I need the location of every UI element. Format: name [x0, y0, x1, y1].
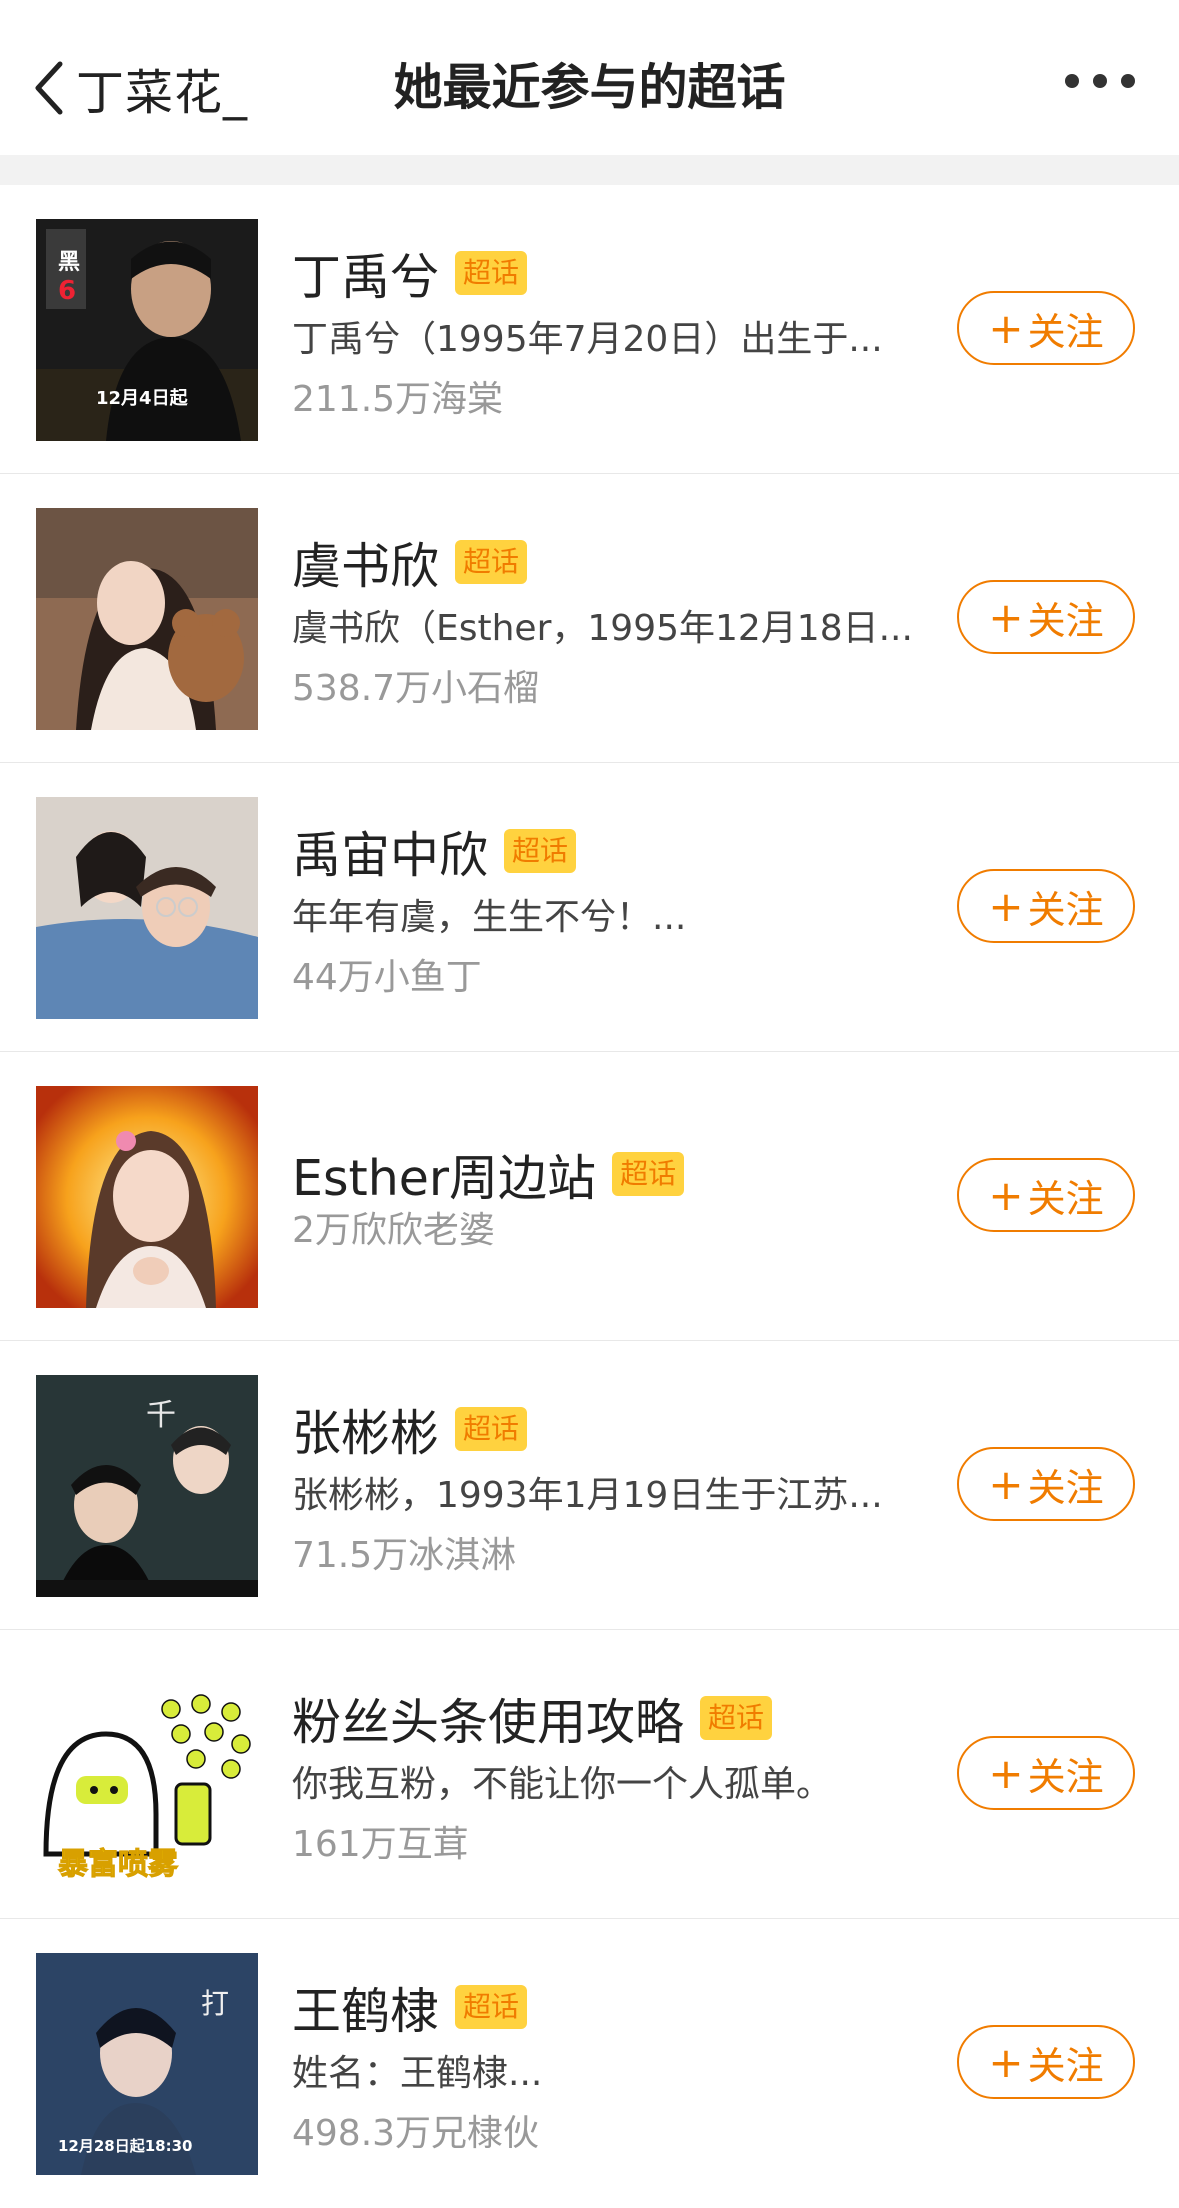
topic-followers: 2万欣欣老婆: [292, 1210, 495, 1251]
supertopic-badge: 超话: [504, 829, 577, 873]
topic-row[interactable]: 千 张彬彬 超话 张彬彬，1993年1月19日生于江苏... 71.5万冰淇淋 …: [0, 1341, 1179, 1630]
topic-followers: 161万互茸: [292, 1824, 469, 1865]
supertopic-badge: 超话: [455, 540, 528, 584]
svg-text:黑: 黑: [58, 250, 80, 275]
topic-name: 粉丝头条使用攻略: [292, 1693, 685, 1751]
topic-name: 王鹤棣: [292, 1982, 440, 2040]
plus-icon: +: [988, 1170, 1024, 1220]
topic-thumbnail: 千: [36, 1375, 258, 1597]
follow-label: 关注: [1027, 887, 1104, 932]
topic-thumbnail: 黑 6 12月4日起: [36, 219, 258, 441]
supertopic-badge: 超话: [455, 1985, 528, 2029]
topic-followers: 44万小鱼丁: [292, 957, 482, 998]
topic-description: 张彬彬，1993年1月19日生于江苏...: [292, 1475, 883, 1516]
follow-button[interactable]: + 关注: [957, 1736, 1135, 1810]
topic-row[interactable]: Esther周边站 超话 2万欣欣老婆 + 关注: [0, 1052, 1179, 1341]
topic-description: 你我互粉，不能让你一个人孤单。: [292, 1764, 833, 1805]
svg-text:打: 打: [201, 1987, 229, 2020]
topic-followers: 538.7万小石榴: [292, 668, 540, 709]
plus-icon: +: [988, 1748, 1024, 1798]
follow-label: 关注: [1027, 309, 1104, 354]
svg-text:12月28日起18:30: 12月28日起18:30: [58, 2137, 193, 2155]
follow-button[interactable]: + 关注: [957, 291, 1135, 365]
supertopic-badge: 超话: [455, 251, 528, 295]
supertopic-badge: 超话: [612, 1152, 685, 1196]
plus-icon: +: [988, 592, 1024, 642]
topic-row[interactable]: 黑 6 12月4日起 丁禹兮 超话 丁禹兮（1995年7月20日）出生于... …: [0, 185, 1179, 474]
topic-description: 虞书欣（Esther，1995年12月18日...: [292, 608, 913, 649]
follow-label: 关注: [1027, 1465, 1104, 1510]
topic-thumbnail: 打 12月28日起18:30: [36, 1953, 258, 2175]
section-divider: [0, 155, 1179, 185]
svg-text:6: 6: [58, 276, 76, 306]
topic-row[interactable]: 禹宙中欣 超话 年年有虞，生生不兮！... 44万小鱼丁 + 关注: [0, 763, 1179, 1052]
topic-followers: 211.5万海棠: [292, 379, 504, 420]
svg-text:12月4日起: 12月4日起: [96, 387, 189, 409]
follow-button[interactable]: + 关注: [957, 1158, 1135, 1232]
plus-icon: +: [988, 1459, 1024, 1509]
follow-button[interactable]: + 关注: [957, 2025, 1135, 2099]
topic-thumbnail: [36, 508, 258, 730]
follow-button[interactable]: + 关注: [957, 580, 1135, 654]
topic-thumbnail: [36, 797, 258, 1019]
topic-name: Esther周边站: [292, 1149, 597, 1207]
topic-row[interactable]: 暴富喷雾 粉丝头条使用攻略 超话 你我互粉，不能让你一个人孤单。 161万互茸 …: [0, 1630, 1179, 1919]
navigation-bar: 丁菜花_ 她最近参与的超话: [0, 0, 1179, 155]
topic-description: 年年有虞，生生不兮！...: [292, 897, 687, 938]
topic-name: 丁禹兮: [292, 248, 440, 306]
topic-description: 姓名：王鹤棣...: [292, 2053, 543, 2094]
follow-button[interactable]: + 关注: [957, 869, 1135, 943]
follow-label: 关注: [1027, 2043, 1104, 2088]
dot: [1121, 74, 1135, 88]
topic-description: 丁禹兮（1995年7月20日）出生于...: [292, 319, 883, 360]
plus-icon: +: [988, 2037, 1024, 2087]
svg-text:暴富喷雾: 暴富喷雾: [58, 1847, 179, 1882]
topic-list: 黑 6 12月4日起 丁禹兮 超话 丁禹兮（1995年7月20日）出生于... …: [0, 185, 1179, 2208]
topic-thumbnail: 暴富喷雾: [36, 1664, 258, 1886]
topic-followers: 71.5万冰淇淋: [292, 1535, 517, 1576]
follow-button[interactable]: + 关注: [957, 1447, 1135, 1521]
follow-label: 关注: [1027, 1176, 1104, 1221]
dot: [1093, 74, 1107, 88]
topic-followers: 498.3万兄棣伙: [292, 2113, 540, 2154]
topic-name: 张彬彬: [292, 1404, 440, 1462]
svg-text:千: 千: [146, 1398, 176, 1433]
supertopic-badge: 超话: [700, 1696, 773, 1740]
plus-icon: +: [988, 303, 1024, 353]
supertopic-badge: 超话: [455, 1407, 528, 1451]
topic-row[interactable]: 打 12月28日起18:30 王鹤棣 超话 姓名：王鹤棣... 498.3万兄棣…: [0, 1919, 1179, 2208]
dot: [1065, 74, 1079, 88]
more-dots-icon[interactable]: [1065, 74, 1135, 88]
topic-thumbnail: [36, 1086, 258, 1308]
follow-label: 关注: [1027, 1754, 1104, 1799]
topic-row[interactable]: 虞书欣 超话 虞书欣（Esther，1995年12月18日... 538.7万小…: [0, 474, 1179, 763]
plus-icon: +: [988, 881, 1024, 931]
page-title: 她最近参与的超话: [393, 59, 786, 116]
topic-name: 虞书欣: [292, 537, 440, 595]
follow-label: 关注: [1027, 598, 1104, 643]
topic-name: 禹宙中欣: [292, 826, 489, 884]
